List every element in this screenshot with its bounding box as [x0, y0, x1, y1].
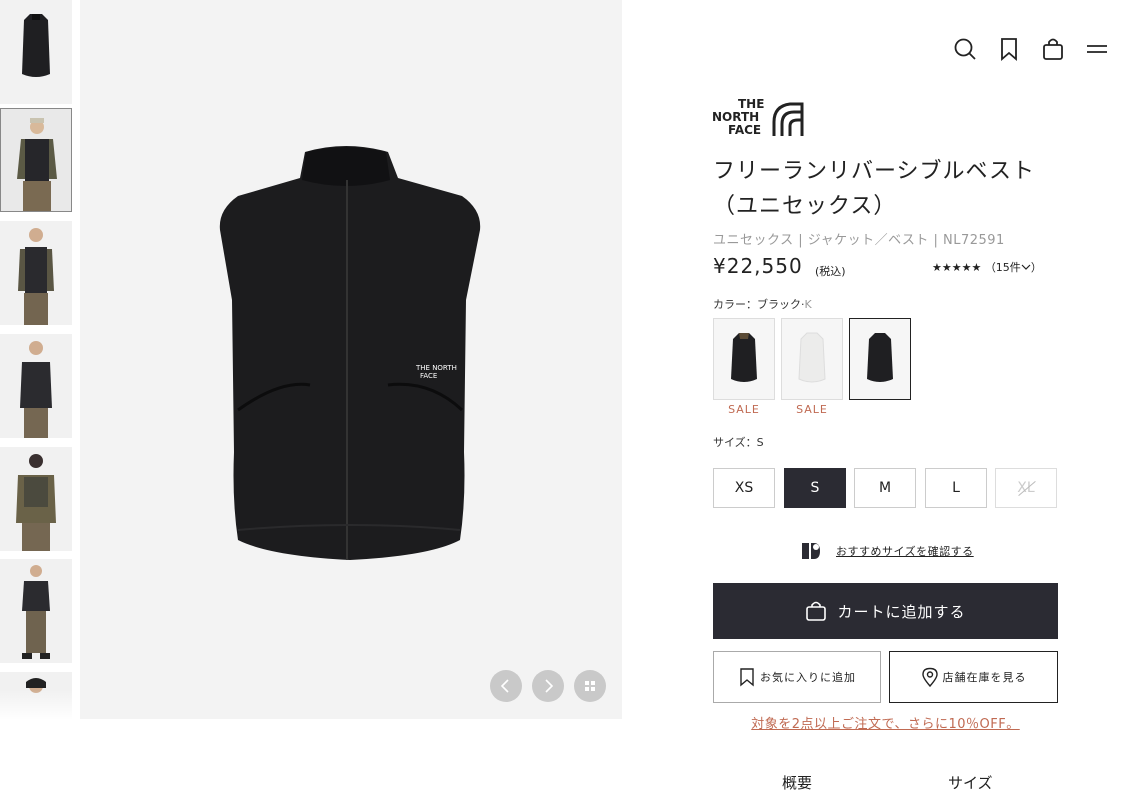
menu-button[interactable] — [1084, 36, 1110, 62]
bookmark-icon — [740, 668, 754, 687]
svg-text:FACE: FACE — [728, 123, 761, 137]
promo-link[interactable]: 対象を2点以上ご注文で、さらに10％OFF。 — [713, 713, 1058, 732]
star-rating: ★★★★★ — [932, 261, 982, 274]
next-image-button[interactable] — [532, 670, 564, 702]
previous-image-button[interactable] — [490, 670, 522, 702]
chevron-left-icon — [500, 679, 509, 693]
chevron-right-icon — [545, 679, 554, 693]
vest-image: THE NORTH FACE — [219, 146, 481, 560]
review-count: （15件 — [984, 261, 1021, 274]
color-swatch-1[interactable] — [713, 318, 775, 400]
fit-icon — [802, 543, 820, 559]
thumbnail-6[interactable] — [0, 559, 72, 663]
review-close-paren: ） — [1030, 261, 1042, 274]
main-product-image: THE NORTH FACE — [80, 0, 622, 719]
grid-icon — [585, 681, 595, 691]
svg-text:THE: THE — [738, 97, 764, 111]
thumbnail-4[interactable] — [0, 334, 72, 438]
tax-label: (税込) — [815, 265, 846, 278]
thumbnail-3[interactable] — [0, 221, 72, 325]
product-title: フリーランリバーシブルベスト （ユニセックス） — [713, 159, 1036, 219]
bookmark-icon — [1001, 38, 1017, 61]
color-swatch-3[interactable] — [849, 318, 911, 400]
product-meta: ユニセックス | ジャケット／ベスト | NL72591 — [713, 233, 1005, 248]
rating[interactable]: ★★★★★ （15件 ） — [932, 259, 1042, 275]
add-favorite-button[interactable]: お気に入りに追加 — [713, 651, 881, 703]
bookmark-button[interactable] — [996, 36, 1022, 62]
add-to-cart-button[interactable]: カートに追加する — [713, 583, 1058, 639]
size-label: サイズ：S — [713, 436, 764, 449]
header-icons — [950, 36, 1110, 62]
bag-icon — [1043, 38, 1063, 60]
thumbnail-5[interactable] — [0, 447, 72, 551]
menu-icon — [1087, 45, 1107, 53]
tab-size[interactable]: サイズ — [948, 772, 993, 793]
thumbnail-fade — [0, 690, 72, 720]
size-option-xs[interactable]: XS — [713, 468, 775, 508]
tab-overview[interactable]: 概要 — [782, 772, 812, 793]
store-stock-button[interactable]: 店舗在庫を見る — [889, 651, 1058, 703]
size-option-m[interactable]: M — [854, 468, 916, 508]
size-option-l[interactable]: L — [925, 468, 987, 508]
color-label: カラー：ブラック·K — [713, 298, 812, 311]
sale-badge-2: SALE — [796, 403, 828, 416]
search-button[interactable] — [952, 36, 978, 62]
cart-button[interactable] — [1040, 36, 1066, 62]
bag-icon — [806, 601, 827, 621]
chevron-down-icon — [1021, 264, 1031, 270]
brand-logo[interactable]: THE NORTH FACE — [712, 96, 804, 138]
color-swatch-2[interactable] — [781, 318, 843, 400]
sale-badge-1: SALE — [728, 403, 760, 416]
size-option-s[interactable]: S — [784, 468, 846, 508]
grid-view-button[interactable] — [574, 670, 606, 702]
thumbnail-2[interactable] — [0, 108, 72, 212]
product-price: ¥22,550 — [713, 254, 803, 278]
svg-text:THE NORTH: THE NORTH — [415, 364, 457, 372]
thumbnail-strip — [0, 0, 72, 720]
svg-text:NORTH: NORTH — [712, 110, 759, 124]
location-pin-icon — [921, 667, 938, 687]
thumbnail-1[interactable] — [0, 0, 72, 104]
size-option-xl: XL — [995, 468, 1057, 508]
search-icon — [954, 38, 976, 60]
size-recommend-link[interactable]: おすすめサイズを確認する — [800, 540, 974, 562]
svg-text:FACE: FACE — [420, 372, 437, 380]
